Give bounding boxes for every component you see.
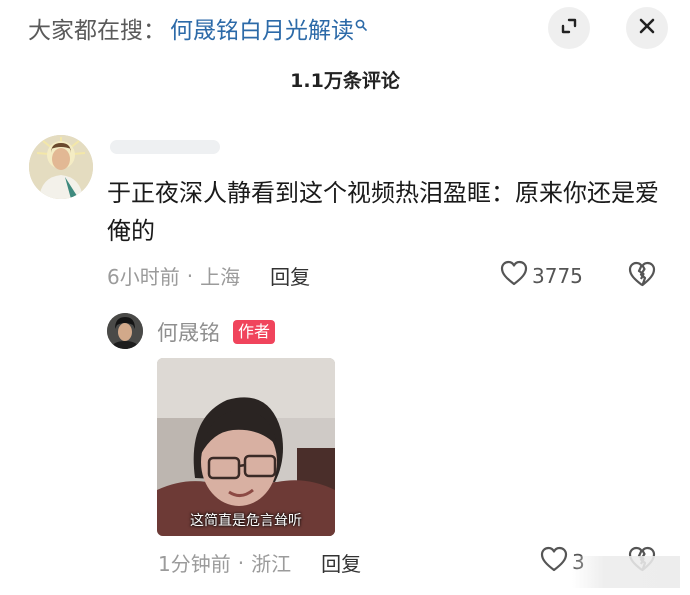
close-icon bbox=[637, 16, 657, 40]
search-prefix: 大家都在搜： bbox=[28, 18, 166, 44]
expand-button[interactable] bbox=[548, 7, 590, 49]
meta-separator: · bbox=[186, 263, 194, 288]
reply-reply-button[interactable]: 回复 bbox=[321, 548, 361, 577]
avatar[interactable] bbox=[29, 135, 93, 199]
meta-separator: · bbox=[237, 550, 245, 575]
like-count: 3775 bbox=[532, 263, 583, 288]
comment-meta: 6小时前 · 上海 回复 bbox=[107, 261, 310, 290]
comment-panel: 大家都在搜： 何晟铭白月光解读 1.1万条评论 于正夜深人静看到这个视频热泪盈眶… bbox=[0, 0, 690, 595]
reply-sticker-image[interactable]: 这简直是危言耸听 bbox=[157, 358, 335, 536]
reply-meta: 1分钟前 · 浙江 回复 bbox=[158, 548, 361, 577]
comment-location: 上海 bbox=[200, 265, 241, 289]
close-button[interactable] bbox=[626, 7, 668, 49]
dislike-button[interactable] bbox=[628, 261, 656, 291]
reply-location: 浙江 bbox=[251, 552, 292, 576]
heart-icon bbox=[500, 260, 528, 291]
image-caption: 这简直是危言耸听 bbox=[190, 513, 302, 529]
comment-time: 6小时前 bbox=[107, 265, 180, 289]
reply-username[interactable]: 何晟铭 bbox=[157, 317, 220, 347]
reply-avatar[interactable] bbox=[107, 313, 143, 349]
like-button[interactable]: 3775 bbox=[500, 260, 583, 291]
reply-button[interactable]: 回复 bbox=[270, 261, 310, 290]
reply-time: 1分钟前 bbox=[158, 552, 231, 576]
username-hidden bbox=[110, 140, 220, 154]
broken-heart-icon bbox=[628, 261, 656, 291]
search-icon bbox=[355, 11, 367, 37]
comment-count-title: 1.1万条评论 bbox=[290, 70, 400, 92]
search-suggestion[interactable]: 大家都在搜： 何晟铭白月光解读 bbox=[28, 10, 367, 46]
watermark bbox=[572, 556, 680, 588]
search-query-link[interactable]: 何晟铭白月光解读 bbox=[170, 11, 354, 45]
expand-icon bbox=[559, 16, 579, 40]
author-badge: 作者 bbox=[233, 320, 276, 344]
comment-text: 于正夜深人静看到这个视频热泪盈眶：原来你还是爱俺的 bbox=[107, 179, 659, 245]
heart-icon bbox=[540, 546, 568, 577]
